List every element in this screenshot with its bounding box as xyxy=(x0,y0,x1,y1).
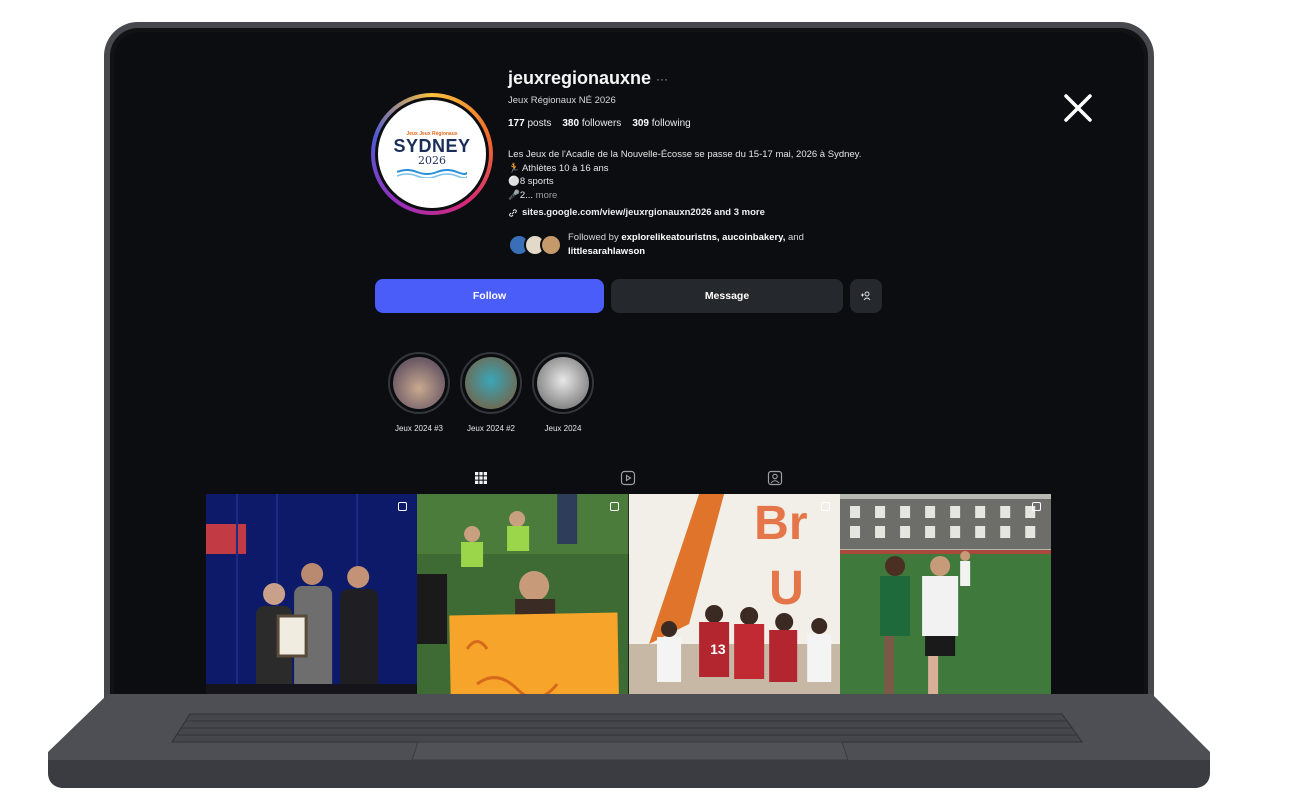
tab-posts[interactable] xyxy=(458,467,504,495)
link-icon xyxy=(509,208,517,217)
highlight-cover xyxy=(393,357,445,409)
story-highlight[interactable]: Jeux 2024 #3 xyxy=(387,352,451,433)
laptop-base xyxy=(48,694,1210,788)
carousel-icon xyxy=(820,502,830,511)
post-thumbnail[interactable] xyxy=(839,494,1051,700)
follower-avatar xyxy=(540,234,562,256)
post-thumbnail[interactable]: Br U 13 xyxy=(628,494,840,700)
avatar-city-text: SYDNEY xyxy=(393,135,471,156)
stat-following[interactable]: 309 following xyxy=(632,118,690,129)
bio-line-4: 🎤2... more xyxy=(508,189,558,201)
post-thumbnail[interactable] xyxy=(206,494,418,700)
post-image: Br U 13 xyxy=(628,494,840,700)
reels-icon xyxy=(620,470,636,486)
grid-icon xyxy=(475,472,487,484)
svg-text:Br: Br xyxy=(754,497,807,550)
stat-followers[interactable]: 380 followers xyxy=(562,118,621,129)
bio-line-3: ⚪8 sports xyxy=(508,176,554,187)
message-button[interactable]: Message xyxy=(611,279,843,313)
highlight-label: Jeux 2024 xyxy=(544,424,582,433)
post-image xyxy=(839,494,1051,700)
highlight-cover xyxy=(537,357,589,409)
svg-text:U: U xyxy=(769,562,804,615)
post-image xyxy=(417,494,629,700)
profile-avatar: Jeux Jeux Régionaux SYDNEY 2026 xyxy=(375,97,489,211)
tab-tagged[interactable] xyxy=(762,467,788,489)
followed-by-text: Followed by explorelikeatouristns, aucoi… xyxy=(568,232,804,257)
profile-tabs xyxy=(206,462,1051,495)
profile-username: jeuxregionauxne xyxy=(508,68,652,88)
bio-line-2: 🏃 Athlètes 10 à 16 ans xyxy=(508,162,609,174)
svg-text:13: 13 xyxy=(710,641,726,657)
carousel-icon xyxy=(398,502,408,511)
story-highlight[interactable]: Jeux 2024 #2 xyxy=(459,352,523,433)
profile-external-link[interactable]: sites.google.com/view/jeuxrgionauxn2026 … xyxy=(508,207,765,218)
instagram-profile-screen: Jeux Jeux Régionaux SYDNEY 2026 jeuxregi… xyxy=(114,32,1144,700)
close-icon[interactable] xyxy=(1058,88,1098,128)
bio-more-link[interactable]: more xyxy=(536,190,558,201)
profile-avatar-ring[interactable]: Jeux Jeux Régionaux SYDNEY 2026 xyxy=(371,93,493,215)
options-icon[interactable]: ··· xyxy=(656,72,668,86)
tagged-icon xyxy=(767,470,783,486)
profile-stats: 177 posts 380 followers 309 following xyxy=(508,118,691,129)
post-grid: Br U 13 xyxy=(206,494,1051,700)
post-image xyxy=(206,494,418,700)
stat-posts: 177 posts xyxy=(508,118,552,129)
carousel-icon xyxy=(1032,502,1041,511)
add-person-icon xyxy=(861,291,871,301)
carousel-icon xyxy=(609,502,619,511)
avatar-wave-graphic xyxy=(397,168,467,178)
tab-reels[interactable] xyxy=(615,467,641,489)
post-thumbnail[interactable] xyxy=(417,494,629,700)
suggest-accounts-button[interactable] xyxy=(850,279,882,313)
story-highlight[interactable]: Jeux 2024 xyxy=(531,352,595,433)
highlight-label: Jeux 2024 #2 xyxy=(466,424,516,433)
profile-full-name: Jeux Régionaux NÉ 2026 xyxy=(508,95,616,106)
followed-by[interactable]: Followed by explorelikeatouristns, aucoi… xyxy=(508,231,838,259)
highlight-label: Jeux 2024 #3 xyxy=(394,424,444,433)
avatar-year-text: 2026 xyxy=(418,153,446,167)
bio-line-1: Les Jeux de l'Acadie de la Nouvelle-Écos… xyxy=(508,149,862,160)
highlight-cover xyxy=(465,357,517,409)
profile-bio: Les Jeux de l'Acadie de la Nouvelle-Écos… xyxy=(508,148,928,202)
follow-button[interactable]: Follow xyxy=(375,279,604,313)
